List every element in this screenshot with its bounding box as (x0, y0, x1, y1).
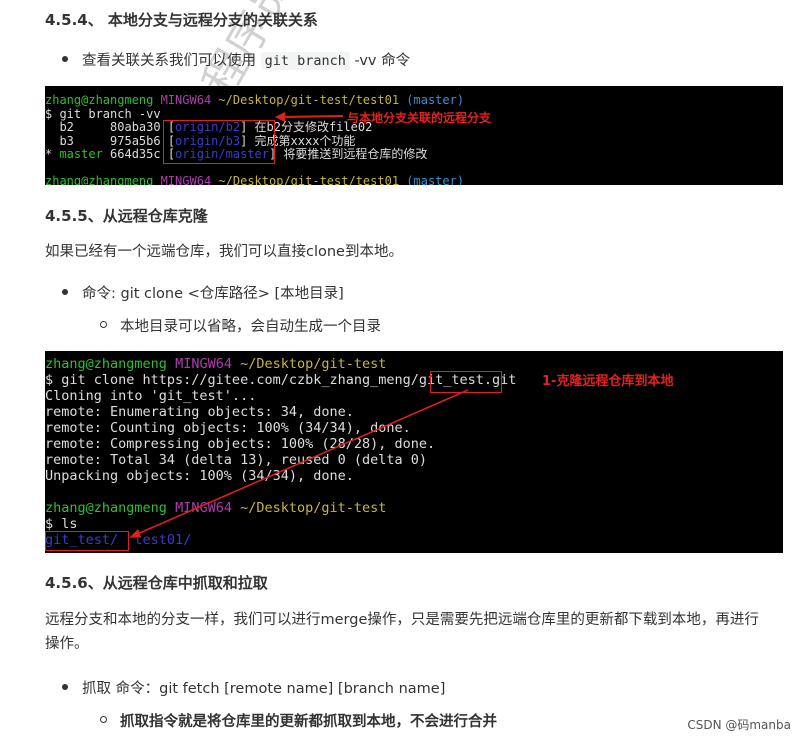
text: 抓取指令就是将仓库里的更新都抓取到本地，不会进行合并 (120, 714, 497, 730)
prompt-user: zhang@zhangmeng (45, 356, 167, 372)
prompt-path: ~/Desktop/git-test (240, 356, 387, 372)
highlight-box (45, 531, 129, 551)
annotation: 与本地分支关联的远程分支 (347, 111, 492, 125)
prompt-user: zhang@zhangmeng (45, 174, 154, 185)
arrow-icon (275, 112, 344, 122)
annotation: 1-克隆远程仓库到本地 (542, 374, 674, 389)
inline-code: git branch (260, 52, 350, 70)
text: 本地目录可以省略，会自动生成一个目录 (120, 319, 381, 335)
text: 命令: git clone <仓库路径> [本地目录] (82, 286, 344, 302)
command: $ ls (45, 516, 78, 532)
command: $ git branch -vv (45, 106, 161, 121)
prompt-sys: MINGW64 (160, 93, 212, 107)
text: -vv 命令 (349, 53, 411, 69)
prompt-path: ~/Desktop/git-test/test01 (218, 93, 400, 107)
command: $ git clone https://gitee.com/czbk_zhang… (45, 372, 419, 388)
prompt-sys: MINGW64 (175, 356, 232, 372)
row-text: b3 975a5b6 [ (45, 133, 176, 148)
prompt-branch: (master) (406, 174, 465, 185)
paragraph: 如果已经有一个远端仓库，我们可以直接clone到本地。 (45, 244, 403, 260)
paragraph: 远程分支和本地的分支一样，我们可以进行merge操作，只是需要先把远端仓库里的更… (45, 612, 759, 652)
sub-list-item: 抓取指令就是将仓库里的更新都抓取到本地，不会进行合并 (100, 710, 497, 731)
prompt-branch: (master) (406, 93, 465, 107)
row-text: b2 80aba30 [ (45, 120, 176, 134)
current-marker: * (45, 147, 60, 161)
heading-4-5-4: 4.5.4、 本地分支与远程分支的关联关系 (45, 11, 318, 29)
list-item: 命令: git clone <仓库路径> [本地目录] (62, 282, 344, 303)
sub-list-item: 本地目录可以省略，会自动生成一个目录 (100, 315, 381, 336)
terminal-screenshot-branch: zhang@zhangmeng MINGW64 ~/Desktop/git-te… (45, 86, 783, 185)
branch-name: master (59, 147, 103, 161)
row-text: ] 将要推送到远程仓库的修改 (268, 147, 428, 161)
heading-4-5-5: 4.5.5、从远程仓库克隆 (45, 207, 208, 225)
prompt-user: zhang@zhangmeng (45, 93, 154, 107)
prompt-path: ~/Desktop/git-test/test01 (218, 174, 400, 185)
heading-4-5-6: 4.5.6、从远程仓库中抓取和拉取 (45, 574, 268, 592)
prompt-sys: MINGW64 (160, 174, 212, 185)
csdn-watermark: CSDN @码manba (687, 718, 791, 732)
list-item: 抓取 命令：git fetch [remote name] [branch na… (62, 677, 445, 698)
text: 查看关联关系我们可以使用 (82, 53, 261, 69)
text: 抓取 命令：git fetch [remote name] [branch na… (82, 681, 446, 697)
list-item: 查看关联关系我们可以使用 git branch -vv 命令 (62, 49, 410, 70)
highlight-box (163, 120, 275, 164)
arrow-icon (129, 389, 469, 538)
